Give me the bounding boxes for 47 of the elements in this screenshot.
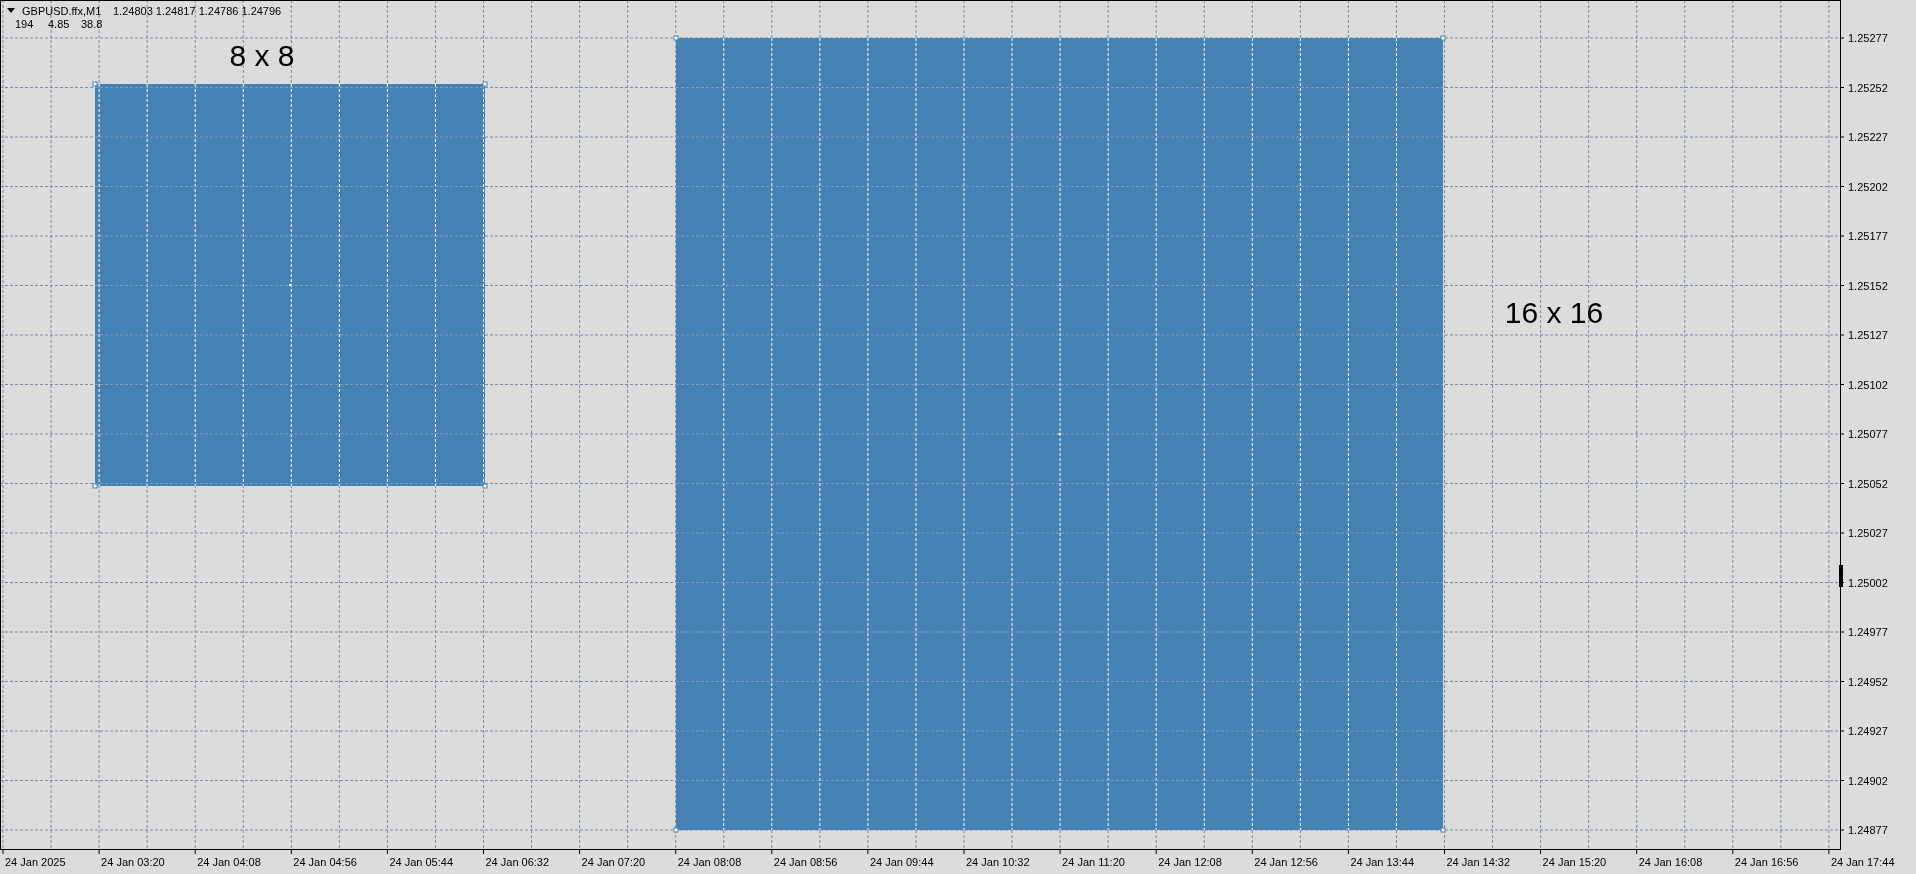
time-label: 24 Jan 08:08 [677, 856, 742, 868]
annotation-text[interactable]: 16 x 16 [1504, 296, 1604, 329]
price-label: 1.25077 [1848, 428, 1888, 440]
price-label: 1.25027 [1848, 527, 1888, 539]
indicator-value: 4.85 [48, 18, 70, 30]
symbol-label: GBPUSD.ffx,M1 [22, 5, 102, 17]
time-label: 24 Jan 09:44 [869, 856, 934, 868]
price-label: 1.25102 [1848, 378, 1888, 391]
price-label: 1.25277 [1848, 32, 1888, 44]
time-label: 24 Jan 12:08 [1158, 856, 1222, 868]
indicator-value: 194 [15, 18, 34, 30]
rectangle-drawing[interactable] [92, 81, 488, 489]
annotation-text[interactable]: 8 x 8 [229, 39, 295, 72]
time-label: 24 Jan 12:56 [1254, 856, 1318, 868]
time-label: 24 Jan 13:44 [1350, 856, 1415, 868]
time-label: 24 Jan 15:20 [1542, 856, 1607, 868]
price-label: 1.25002 [1848, 576, 1888, 589]
time-label: 24 Jan 11:20 [1062, 856, 1125, 868]
time-label: 24 Jan 08:56 [773, 856, 838, 868]
price-label: 1.24877 [1848, 824, 1888, 836]
price-label: 1.25052 [1848, 477, 1888, 490]
time-label: 24 Jan 17:44 [1830, 856, 1895, 868]
price-label: 1.25152 [1848, 279, 1888, 292]
time-label: 24 Jan 04:08 [197, 856, 261, 868]
price-label: 1.25202 [1848, 180, 1888, 193]
price-label: 1.25127 [1848, 329, 1888, 341]
price-label: 1.25177 [1848, 230, 1888, 242]
time-label: 24 Jan 05:44 [389, 856, 453, 868]
price-label: 1.24927 [1848, 725, 1888, 737]
time-label: 24 Jan 2025 [5, 856, 66, 868]
time-label: 24 Jan 06:32 [485, 856, 550, 868]
dropdown-triangle-icon[interactable] [7, 8, 15, 13]
time-label: 24 Jan 04:56 [293, 856, 357, 868]
price-label: 1.24952 [1848, 675, 1888, 688]
indicator-value: 38.8 [81, 18, 103, 30]
time-label: 24 Jan 14:32 [1446, 856, 1511, 868]
price-label: 1.25227 [1848, 131, 1888, 143]
time-label: 24 Jan 16:08 [1638, 856, 1703, 868]
time-label: 24 Jan 03:20 [101, 856, 165, 868]
price-label: 1.24977 [1848, 626, 1888, 638]
price-quotes: 1.24803 1.24817 1.24786 1.24796 [113, 5, 282, 17]
time-label: 24 Jan 10:32 [966, 856, 1030, 868]
time-label: 24 Jan 16:56 [1734, 856, 1799, 868]
rectangle-drawing[interactable] [673, 35, 1446, 833]
time-label: 24 Jan 07:20 [581, 856, 646, 868]
price-label: 1.25252 [1848, 81, 1888, 94]
price-label: 1.24902 [1848, 774, 1888, 787]
